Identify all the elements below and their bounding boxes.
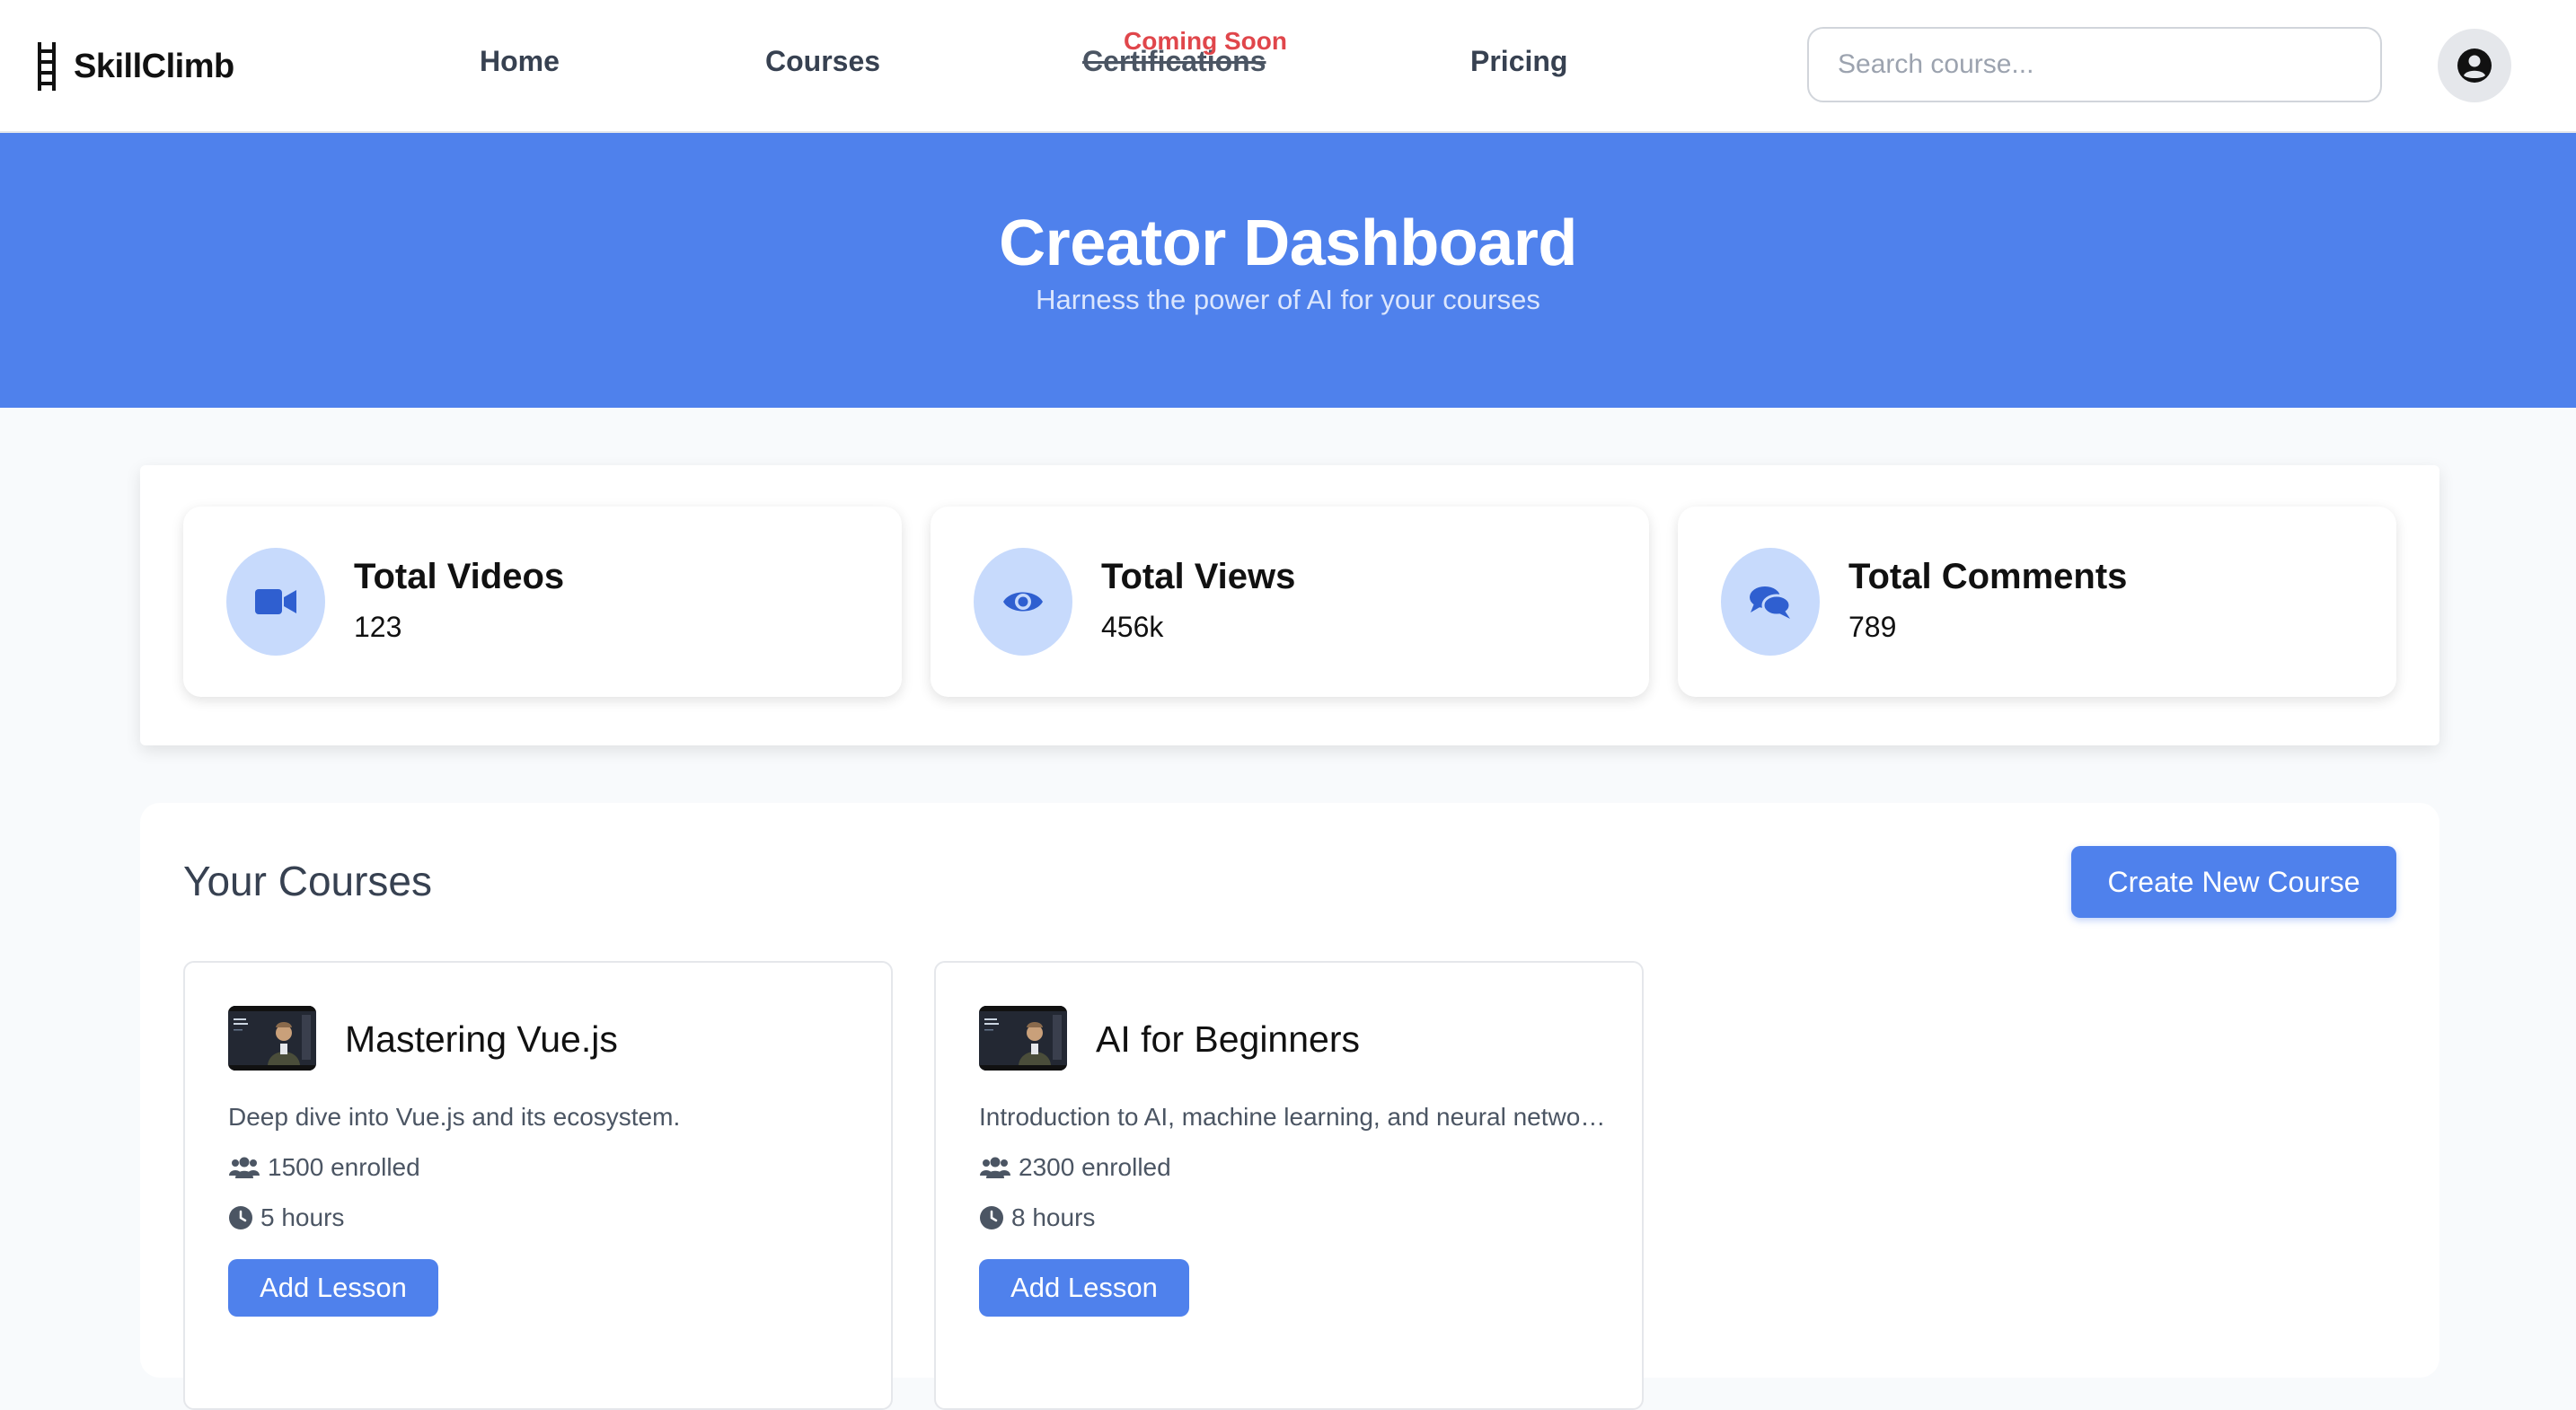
- section-title: Your Courses: [183, 858, 433, 904]
- course-description: Deep dive into Vue.js and its ecosystem.: [228, 1103, 681, 1131]
- course-card[interactable]: AI for Beginners Introduction to AI, mac…: [934, 961, 1644, 1410]
- logo[interactable]: SkillClimb: [36, 41, 234, 92]
- eye-icon: [1003, 592, 1043, 612]
- users-icon: [980, 1157, 1010, 1178]
- stat-card-views: Total Views 456k: [931, 507, 1649, 697]
- stat-label: Total Comments: [1848, 557, 2128, 596]
- stat-icon-wrapper: [226, 548, 325, 656]
- coming-soon-badge: Coming Soon: [1124, 27, 1287, 55]
- hero-banner: Creator Dashboard Harness the power of A…: [0, 133, 2576, 408]
- app-name: SkillClimb: [74, 47, 234, 85]
- course-duration: 5 hours: [228, 1203, 344, 1232]
- top-navbar: SkillClimb Home Courses Certifications C…: [0, 0, 2576, 133]
- page-subtitle: Harness the power of AI for your courses: [1036, 284, 1540, 315]
- course-description: Introduction to AI, machine learning, an…: [979, 1103, 1608, 1131]
- course-title: AI for Beginners: [1096, 1018, 1360, 1060]
- nav-courses[interactable]: Courses: [765, 45, 880, 78]
- stat-value: 789: [1848, 611, 1897, 643]
- add-lesson-button[interactable]: Add Lesson: [228, 1259, 438, 1317]
- course-card[interactable]: Mastering Vue.js Deep dive into Vue.js a…: [183, 961, 893, 1410]
- stat-card-videos: Total Videos 123: [183, 507, 902, 697]
- stats-panel: Total Videos 123 Total Views 456k Total …: [140, 465, 2439, 745]
- stat-value: 456k: [1101, 611, 1164, 643]
- nav-home[interactable]: Home: [480, 45, 560, 78]
- courses-panel: Your Courses Create New Course Mastering…: [140, 803, 2439, 1410]
- clock-icon: [229, 1206, 252, 1229]
- user-circle-icon: [2457, 48, 2492, 83]
- course-duration: 8 hours: [979, 1203, 1095, 1232]
- stat-card-comments: Total Comments 789: [1678, 507, 2396, 697]
- video-camera-icon: [255, 589, 296, 614]
- course-title: Mastering Vue.js: [345, 1018, 618, 1060]
- create-course-button[interactable]: Create New Course: [2071, 846, 2396, 918]
- course-enrolled: 1500 enrolled: [228, 1153, 420, 1182]
- users-icon: [229, 1157, 260, 1178]
- stat-label: Total Views: [1101, 557, 1296, 596]
- ladder-icon: [38, 42, 56, 91]
- stat-icon-wrapper: [1721, 548, 1820, 656]
- search-input[interactable]: [1807, 27, 2382, 102]
- duration-text: 5 hours: [260, 1203, 345, 1231]
- course-enrolled: 2300 enrolled: [979, 1153, 1171, 1182]
- page-title: Creator Dashboard: [999, 207, 1577, 279]
- duration-text: 8 hours: [1011, 1203, 1096, 1231]
- stat-value: 123: [354, 611, 402, 643]
- course-thumbnail: [228, 1006, 316, 1071]
- enrolled-count: 1500 enrolled: [268, 1153, 420, 1181]
- nav-pricing[interactable]: Pricing: [1470, 45, 1567, 78]
- stat-icon-wrapper: [974, 548, 1072, 656]
- course-thumbnail: [979, 1006, 1067, 1071]
- comments-icon: [1750, 586, 1792, 619]
- clock-icon: [980, 1206, 1003, 1229]
- enrolled-count: 2300 enrolled: [1019, 1153, 1171, 1181]
- stat-label: Total Videos: [354, 557, 565, 596]
- add-lesson-button[interactable]: Add Lesson: [979, 1259, 1189, 1317]
- user-avatar-button[interactable]: [2438, 29, 2511, 102]
